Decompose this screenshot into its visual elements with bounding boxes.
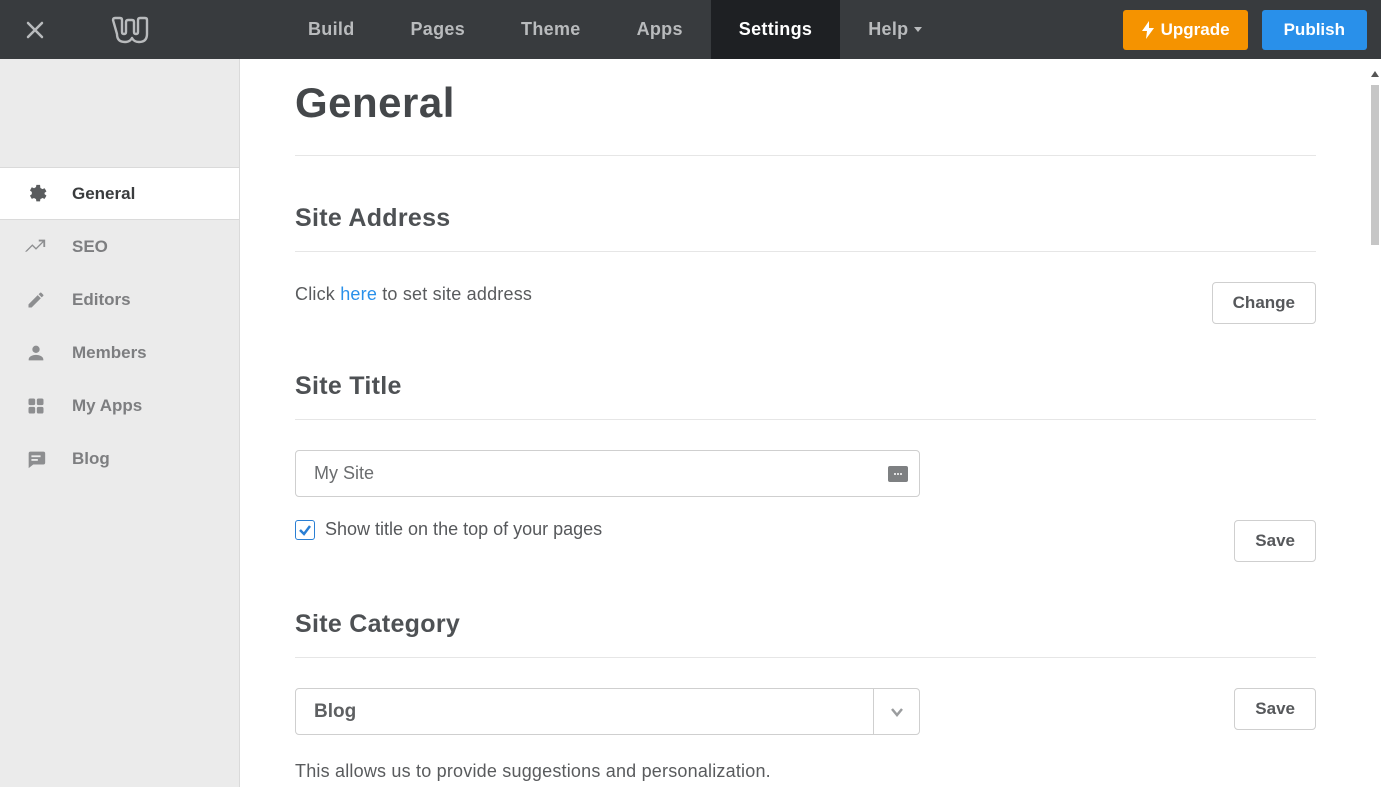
upgrade-button[interactable]: Upgrade xyxy=(1123,10,1248,50)
nav-apps[interactable]: Apps xyxy=(609,0,711,59)
main-content: General Site Address Click here to set s… xyxy=(240,59,1381,787)
site-category-select[interactable]: Blog xyxy=(295,688,920,735)
lightning-icon xyxy=(1141,21,1155,39)
section-heading: Site Address xyxy=(295,204,1316,252)
section-site-address: Site Address Click here to set site addr… xyxy=(295,204,1316,324)
sidebar-label: Blog xyxy=(72,449,110,469)
sidebar-label: General xyxy=(72,184,135,204)
upgrade-label: Upgrade xyxy=(1161,20,1230,40)
hint-prefix: Click xyxy=(295,284,340,304)
nav-help[interactable]: Help xyxy=(840,0,950,59)
site-category-note: This allows us to provide suggestions an… xyxy=(295,759,1204,784)
sidebar-item-general[interactable]: General xyxy=(0,167,239,220)
sidebar-item-blog[interactable]: Blog xyxy=(0,432,239,485)
gear-icon xyxy=(24,182,48,206)
publish-button[interactable]: Publish xyxy=(1262,10,1367,50)
publish-label: Publish xyxy=(1284,20,1345,39)
person-icon xyxy=(24,341,48,365)
nav-menu: Build Pages Theme Apps Settings Help xyxy=(280,0,950,59)
close-icon xyxy=(25,20,45,40)
scrollbar-thumb[interactable] xyxy=(1371,85,1379,245)
hint-suffix: to set site address xyxy=(377,284,532,304)
save-title-button[interactable]: Save xyxy=(1234,520,1316,562)
nav-theme[interactable]: Theme xyxy=(493,0,609,59)
show-title-checkbox[interactable] xyxy=(295,520,315,540)
sidebar-label: Editors xyxy=(72,290,131,310)
section-heading: Site Title xyxy=(295,372,1316,420)
sidebar-item-editors[interactable]: Editors xyxy=(0,273,239,326)
chevron-down-icon[interactable] xyxy=(873,689,919,734)
settings-sidebar: General SEO Editors Members My Apps Blog xyxy=(0,59,240,787)
check-icon xyxy=(298,523,312,537)
nav-build[interactable]: Build xyxy=(280,0,383,59)
page-title: General xyxy=(295,79,1316,156)
save-category-button[interactable]: Save xyxy=(1234,688,1316,730)
weebly-logo-icon xyxy=(110,16,150,44)
nav-actions: Upgrade Publish xyxy=(1123,0,1381,59)
close-button[interactable] xyxy=(0,0,70,59)
site-address-hint: Click here to set site address xyxy=(295,282,532,307)
nav-label: Help xyxy=(868,19,908,40)
weebly-logo[interactable] xyxy=(70,0,190,59)
top-nav: Build Pages Theme Apps Settings Help Upg… xyxy=(0,0,1381,59)
chevron-down-icon xyxy=(914,27,922,32)
site-title-input[interactable] xyxy=(295,450,920,497)
sidebar-label: Members xyxy=(72,343,147,363)
sidebar-item-members[interactable]: Members xyxy=(0,326,239,379)
section-site-title: Site Title Show title on the top of your… xyxy=(295,372,1316,562)
keyboard-icon xyxy=(888,466,908,482)
grid-icon xyxy=(24,394,48,418)
chat-icon xyxy=(24,447,48,471)
sidebar-item-seo[interactable]: SEO xyxy=(0,220,239,273)
nav-label: Theme xyxy=(521,19,581,40)
sidebar-item-myapps[interactable]: My Apps xyxy=(0,379,239,432)
scrollbar[interactable] xyxy=(1369,59,1379,787)
sidebar-label: My Apps xyxy=(72,396,142,416)
sidebar-label: SEO xyxy=(72,237,108,257)
pencil-icon xyxy=(24,288,48,312)
site-category-value: Blog xyxy=(296,689,873,734)
section-heading: Site Category xyxy=(295,610,1316,658)
section-site-category: Site Category Blog This allows us to pro… xyxy=(295,610,1316,784)
nav-label: Settings xyxy=(739,19,812,40)
site-address-link[interactable]: here xyxy=(340,284,377,304)
nav-label: Pages xyxy=(411,19,466,40)
nav-pages[interactable]: Pages xyxy=(383,0,494,59)
show-title-label: Show title on the top of your pages xyxy=(325,519,602,540)
nav-label: Build xyxy=(308,19,355,40)
change-button[interactable]: Change xyxy=(1212,282,1316,324)
nav-label: Apps xyxy=(637,19,683,40)
site-title-input-wrap xyxy=(295,450,920,497)
nav-settings[interactable]: Settings xyxy=(711,0,840,59)
trend-icon xyxy=(24,235,48,259)
